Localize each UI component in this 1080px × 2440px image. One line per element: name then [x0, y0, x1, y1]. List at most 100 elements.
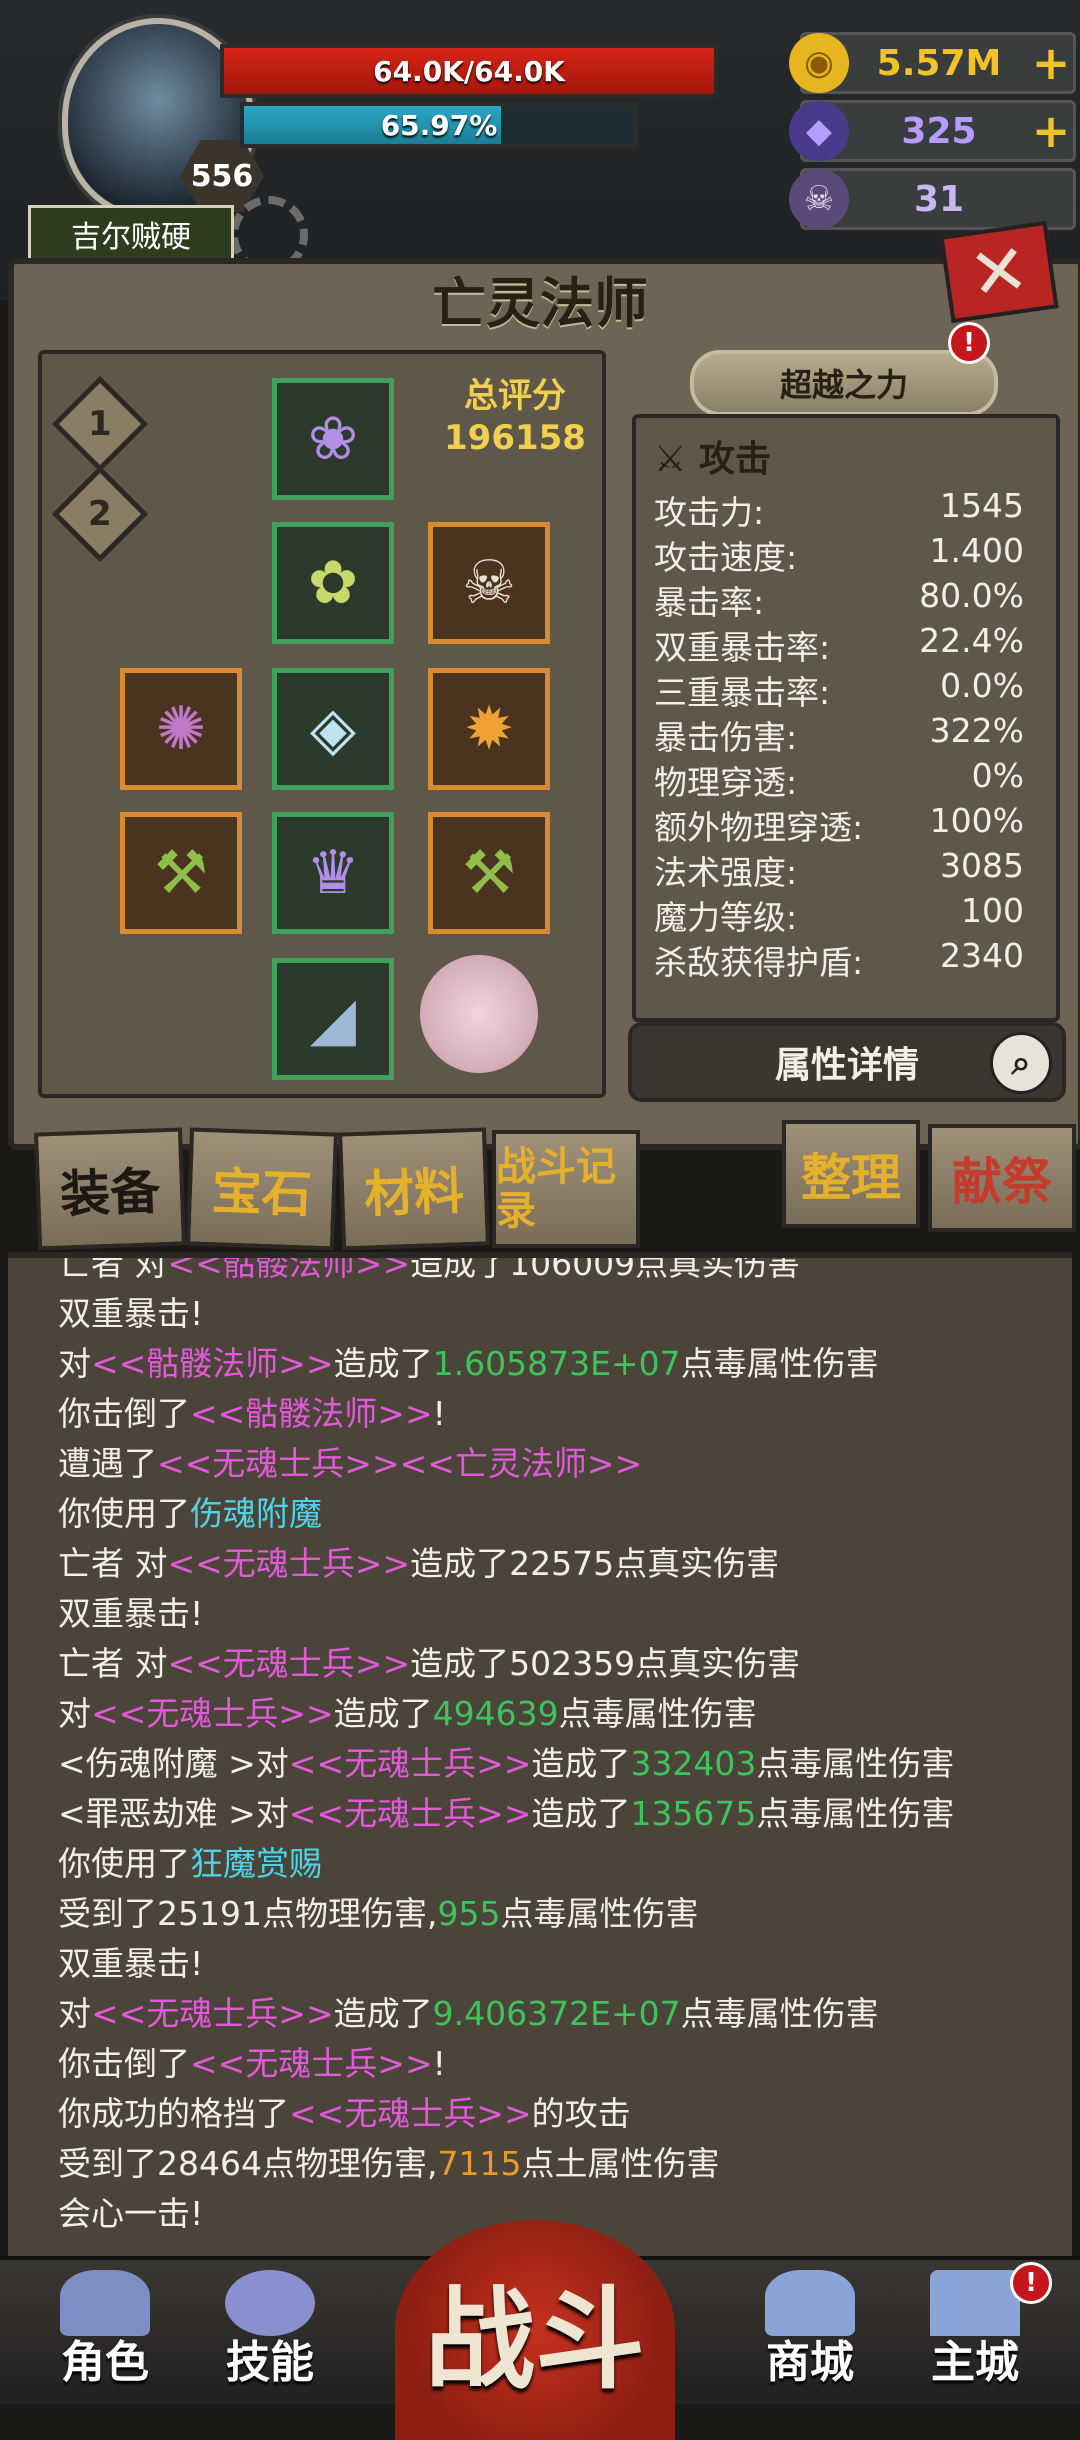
- log-line: 对<<无魂士兵>>造成了494639点毒属性伤害: [58, 1694, 757, 1734]
- purple-crystal-icon: ◆: [789, 101, 849, 161]
- stat-label: 额外物理穿透:: [654, 808, 864, 847]
- sacrifice-button[interactable]: 献祭: [928, 1124, 1076, 1232]
- score-value: 196158: [444, 418, 586, 458]
- log-line: 你使用了伤魂附魔: [58, 1494, 322, 1534]
- stat-row: 法术强度: 3085: [654, 846, 1024, 892]
- log-segment: 你击倒了: [58, 2044, 190, 2083]
- stat-value: 100: [961, 891, 1024, 930]
- log-segment: 亡者 对: [58, 1544, 168, 1583]
- stat-row: 攻击速度: 1.400: [654, 531, 1024, 577]
- log-line: 你成功的格挡了<<无魂士兵>>的攻击: [58, 2094, 631, 2134]
- log-segment: <<无魂士兵>>: [190, 2044, 433, 2083]
- skull-resource: ☠ 31: [789, 168, 1076, 230]
- tab-battle-log[interactable]: 战斗记录: [492, 1130, 640, 1248]
- shoulder-slot[interactable]: ✺: [120, 668, 242, 790]
- magnifier-icon: ⌕: [990, 1032, 1052, 1094]
- belt-slot[interactable]: ◈: [272, 668, 394, 790]
- log-segment: 双重暴击!: [58, 1944, 204, 1983]
- skull-mask-icon: ☠: [462, 548, 516, 618]
- log-segment: 1.605873E+07: [432, 1344, 681, 1383]
- log-line: 遭遇了<<无魂士兵>><<亡灵法师>>: [58, 1444, 642, 1484]
- log-segment: 你击倒了: [58, 1394, 190, 1433]
- stat-row: 杀敌获得护盾: 2340: [654, 936, 1024, 982]
- log-segment: 点毒属性伤害: [680, 1344, 879, 1383]
- log-segment: 造成了: [531, 1744, 631, 1783]
- staff-icon: ⚒: [154, 838, 208, 908]
- stat-row: 三重暴击率: 0.0%: [654, 666, 1024, 712]
- log-segment: 双重暴击!: [58, 1594, 204, 1633]
- stat-value: 3085: [940, 846, 1024, 885]
- log-segment: 332403: [630, 1744, 757, 1783]
- log-segment: !: [432, 2044, 446, 2083]
- tab-equipment[interactable]: 装备: [33, 1127, 187, 1251]
- nav-skill[interactable]: 技能: [200, 2270, 340, 2390]
- stat-label: 暴击伤害:: [654, 718, 798, 757]
- log-segment: <<无魂士兵>><<亡灵法师>>: [157, 1444, 643, 1483]
- stat-label: 杀敌获得护盾:: [654, 943, 864, 982]
- transcend-power-button[interactable]: 超越之力: [690, 350, 998, 416]
- nav-role[interactable]: 角色: [35, 2270, 175, 2390]
- log-segment: 的攻击: [531, 2094, 631, 2133]
- level-value: 556: [190, 158, 254, 194]
- log-segment: <<无魂士兵>>: [288, 1794, 532, 1833]
- stat-value: 80.0%: [919, 576, 1024, 615]
- log-segment: <<骷髅法师>>: [167, 1252, 411, 1283]
- stat-row: 双重暴击率: 22.4%: [654, 621, 1024, 667]
- stat-value: 322%: [929, 711, 1024, 750]
- ram-skull-icon: ☠: [789, 169, 849, 229]
- battle-label: 战斗: [425, 2276, 645, 2404]
- nav-shop[interactable]: 商城: [740, 2270, 880, 2390]
- close-button[interactable]: ✕: [939, 220, 1059, 324]
- log-line: 双重暴击!: [58, 1294, 203, 1334]
- stat-row: 魔力等级: 100: [654, 891, 1024, 937]
- log-line: 亡者 对<<无魂士兵>>造成了502359点真实伤害: [58, 1644, 800, 1684]
- attribute-detail-button[interactable]: 属性详情 ⌕: [628, 1022, 1066, 1102]
- attribute-detail-label: 属性详情: [774, 1045, 919, 1086]
- flower-hat-icon: ❀: [307, 404, 359, 474]
- stat-value: 1545: [940, 486, 1024, 525]
- panel-title: 亡灵法师: [432, 271, 648, 335]
- boots-slot[interactable]: ◢: [272, 958, 394, 1080]
- battle-log[interactable]: 亡者 对<<骷髅法师>>造成了106009点真实伤害 双重暴击! 对<<骷髅法师>>…: [8, 1252, 1072, 2258]
- left-weapon-slot[interactable]: ⚒: [120, 812, 242, 934]
- log-segment: 点毒属性伤害: [558, 1694, 757, 1733]
- log-segment: <<无魂士兵>>: [167, 1644, 411, 1683]
- stat-label: 魔力等级:: [654, 898, 798, 937]
- stat-row: 物理穿透: 0%: [654, 756, 1024, 802]
- stat-row: 额外物理穿透: 100%: [654, 801, 1024, 847]
- log-segment: 造成了106009点真实伤害: [410, 1252, 801, 1283]
- cape-slot[interactable]: ✿: [272, 522, 394, 644]
- log-line: 双重暴击!: [58, 1594, 203, 1634]
- helmet-slot[interactable]: ❀: [272, 378, 394, 500]
- log-segment: 遭遇了: [58, 1444, 157, 1483]
- stat-row: 攻击力: 1545: [654, 486, 1024, 532]
- add-gold-button[interactable]: +: [1029, 36, 1073, 90]
- log-segment: !: [432, 1394, 446, 1433]
- pants-slot[interactable]: ♛: [272, 812, 394, 934]
- pet-egg-slot[interactable]: [420, 955, 538, 1073]
- log-segment: 亡者 对: [58, 1644, 168, 1683]
- log-segment: <罪恶劫难 >对: [58, 1794, 289, 1833]
- tab-materials[interactable]: 材料: [337, 1127, 491, 1251]
- sort-button[interactable]: 整理: [782, 1120, 920, 1228]
- log-line: 亡者 对<<无魂士兵>>造成了22575点真实伤害: [58, 1544, 779, 1584]
- tab-gems[interactable]: 宝石: [185, 1127, 339, 1251]
- stat-row: 暴击率: 80.0%: [654, 576, 1024, 622]
- right-weapon-slot[interactable]: ⚒: [428, 812, 550, 934]
- log-line: 受到了28464点物理伤害,7115点土属性伤害: [58, 2144, 719, 2184]
- log-segment: 你成功的格挡了: [58, 2094, 289, 2133]
- stat-value: 100%: [929, 801, 1024, 840]
- stats-header: ⚔ 攻击: [654, 430, 771, 482]
- add-gem-button[interactable]: +: [1029, 104, 1073, 158]
- log-segment: 9.406372E+07: [432, 1994, 681, 2033]
- mask-slot[interactable]: ☠: [428, 522, 550, 644]
- amulet-slot[interactable]: ✹: [428, 668, 550, 790]
- log-line: 对<<无魂士兵>>造成了9.406372E+07点毒属性伤害: [58, 1994, 879, 2034]
- stat-label: 攻击力:: [654, 493, 765, 532]
- gem-resource: ◆ 325 +: [789, 100, 1076, 162]
- battle-button[interactable]: 战斗: [395, 2220, 675, 2440]
- stat-label: 双重暴击率:: [654, 628, 831, 667]
- log-line: <罪恶劫难 >对<<无魂士兵>>造成了135675点毒属性伤害: [58, 1794, 954, 1834]
- log-segment: 伤魂附魔: [190, 1494, 322, 1533]
- log-line: 双重暴击!: [58, 1944, 203, 1984]
